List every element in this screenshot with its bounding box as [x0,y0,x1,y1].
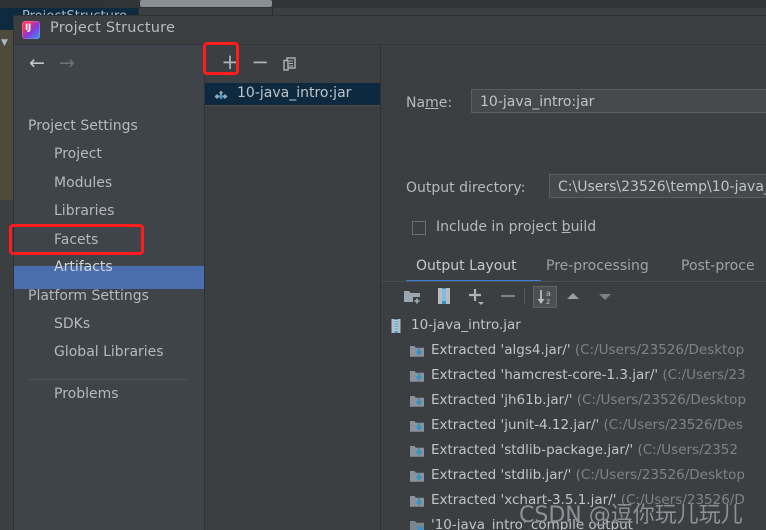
artifact-diamond-icon [214,88,228,101]
extracted-icon [409,368,425,387]
sort-az-icon[interactable]: a z [533,286,557,308]
artifact-list-item-selected[interactable]: 10-java_intro:jar [205,83,380,105]
tree-row-path: (C:/Users/2352 [637,442,738,458]
tree-row[interactable]: Extracted 'stdlib-package.jar/' (C:/User… [381,440,766,462]
artifact-list-item-label: 10-java_intro:jar [237,85,352,101]
tab-output-layout[interactable]: Output Layout [416,258,517,274]
minus-icon[interactable] [497,285,519,311]
include-label-suffix: uild [570,219,597,235]
tree-row-label: Extracted 'hamcrest-core-1.3.jar/' (C:/U… [431,367,746,383]
sidebar-divider [28,379,188,380]
dialog-title-bar: Project Structure [14,16,766,44]
name-label-suffix: e: [438,95,453,111]
dialog-title: Project Structure [50,20,176,36]
settings-sidebar: ← → Project Settings Project Modules Lib… [14,45,219,530]
annotation-add-button-highlight [203,42,239,75]
ide-left-gutter-highlight [0,30,14,200]
output-directory-label: Output directory: [406,180,526,196]
chevron-down-icon[interactable]: ▼ [1,38,8,48]
sidebar-item-sdks[interactable]: SDKs [54,316,90,332]
intellij-idea-icon [22,21,40,39]
include-in-project-build-label: Include in project build [436,219,596,235]
tab-post-processing[interactable]: Post-proce [681,258,755,274]
extracted-icon [409,343,425,362]
extracted-icon [409,443,425,462]
sidebar-item-global-libraries[interactable]: Global Libraries [54,344,164,360]
tree-row[interactable]: Extracted 'jh61b.jar/' (C:/Users/23526/D… [381,390,766,412]
project-structure-dialog: Project Structure ← → Project Settings P… [14,16,766,530]
tree-row-path: (C:/Users/23526/Des [603,417,743,433]
include-label-prefix: Include in project [436,219,562,235]
tree-row[interactable]: Extracted 'algs4.jar/' (C:/Users/23526/D… [381,340,766,362]
tree-row-label: Extracted 'stdlib.jar/' (C:/Users/23526/… [431,467,745,483]
extracted-icon [409,493,425,512]
tree-row[interactable]: Extracted 'stdlib.jar/' (C:/Users/23526/… [381,465,766,487]
output-directory-input[interactable]: C:\Users\23526\temp\10-java_ [549,174,766,198]
tree-row-label: Extracted 'jh61b.jar/' (C:/Users/23526/D… [431,392,747,408]
screenshot-root: ProjectStructure ▼ Project Structure ← →… [0,0,766,530]
name-label-mnemonic: m [425,95,439,111]
tree-row-path: (C:/Users/23526/Desktop [576,392,747,408]
ide-top-left-strip [0,0,105,8]
tree-row[interactable]: Extracted 'hamcrest-core-1.3.jar/' (C:/U… [381,365,766,387]
archive-icon [389,318,405,337]
tree-row-label: Extracted 'algs4.jar/' (C:/Users/23526/D… [431,342,745,358]
name-input[interactable]: 10-java_intro:jar [471,89,766,113]
toolbar-separator [524,288,525,304]
extracted-icon [409,418,425,437]
ide-horizontal-scrollbar[interactable] [140,0,272,7]
sidebar-selection-band [14,266,219,289]
name-label-prefix: Na [406,95,426,111]
ide-top-strip [0,0,766,8]
sidebar-nav-bar: ← → [14,45,204,81]
annotation-artifacts-highlight [9,224,144,255]
include-in-project-build-checkbox[interactable] [412,221,426,235]
include-label-mnemonic: b [561,219,571,235]
module-output-icon [409,518,425,530]
sidebar-item-problems[interactable]: Problems [54,386,119,402]
tree-row-label: Extracted 'stdlib-package.jar/' (C:/User… [431,442,738,458]
copy-icon[interactable] [279,55,301,75]
tab-pre-processing[interactable]: Pre-processing [546,258,649,274]
sidebar-item-artifacts[interactable]: Artifacts [54,259,113,275]
sidebar-group-platform-settings: Platform Settings [28,288,149,304]
remove-artifact-button[interactable]: − [249,52,271,73]
csdn-watermark: CSDN @逗你玩儿玩儿 [519,503,743,528]
sidebar-item-project[interactable]: Project [54,146,102,162]
arrow-down-icon[interactable] [595,288,615,310]
arrow-right-icon[interactable]: → [56,53,78,73]
sidebar-item-libraries[interactable]: Libraries [54,203,114,219]
tree-row-path: (C:/Users/23526/Desktop [574,342,745,358]
sidebar-item-modules[interactable]: Modules [54,175,112,191]
extracted-icon [409,393,425,412]
add-directory-icon[interactable] [401,285,423,311]
tab-baseline [381,281,766,282]
artifact-list-separator [205,105,380,106]
tree-row-path: (C:/Users/23526/Desktop [575,467,745,483]
tree-row-path: (C:/Users/23 [662,367,746,383]
plus-dropdown-icon[interactable] [465,285,487,311]
name-label: Name: [406,95,452,111]
tree-row[interactable]: 10-java_intro.jar [381,315,766,337]
svg-text:z: z [546,297,550,306]
tree-row[interactable]: Extracted 'junit-4.12.jar/' (C:/Users/23… [381,415,766,437]
tree-row-label: Extracted 'junit-4.12.jar/' (C:/Users/23… [431,417,743,433]
artifact-list-panel: + − 10-java_intro:jar [205,45,380,530]
arrow-left-icon[interactable]: ← [26,53,48,73]
add-archive-icon[interactable] [433,285,455,311]
artifact-details-panel: Name: 10-java_intro:jar Output directory… [381,45,766,530]
sidebar-group-project-settings: Project Settings [28,118,138,134]
extracted-icon [409,468,425,487]
arrow-up-icon[interactable] [563,288,583,310]
tree-row-label: 10-java_intro.jar [411,317,521,333]
